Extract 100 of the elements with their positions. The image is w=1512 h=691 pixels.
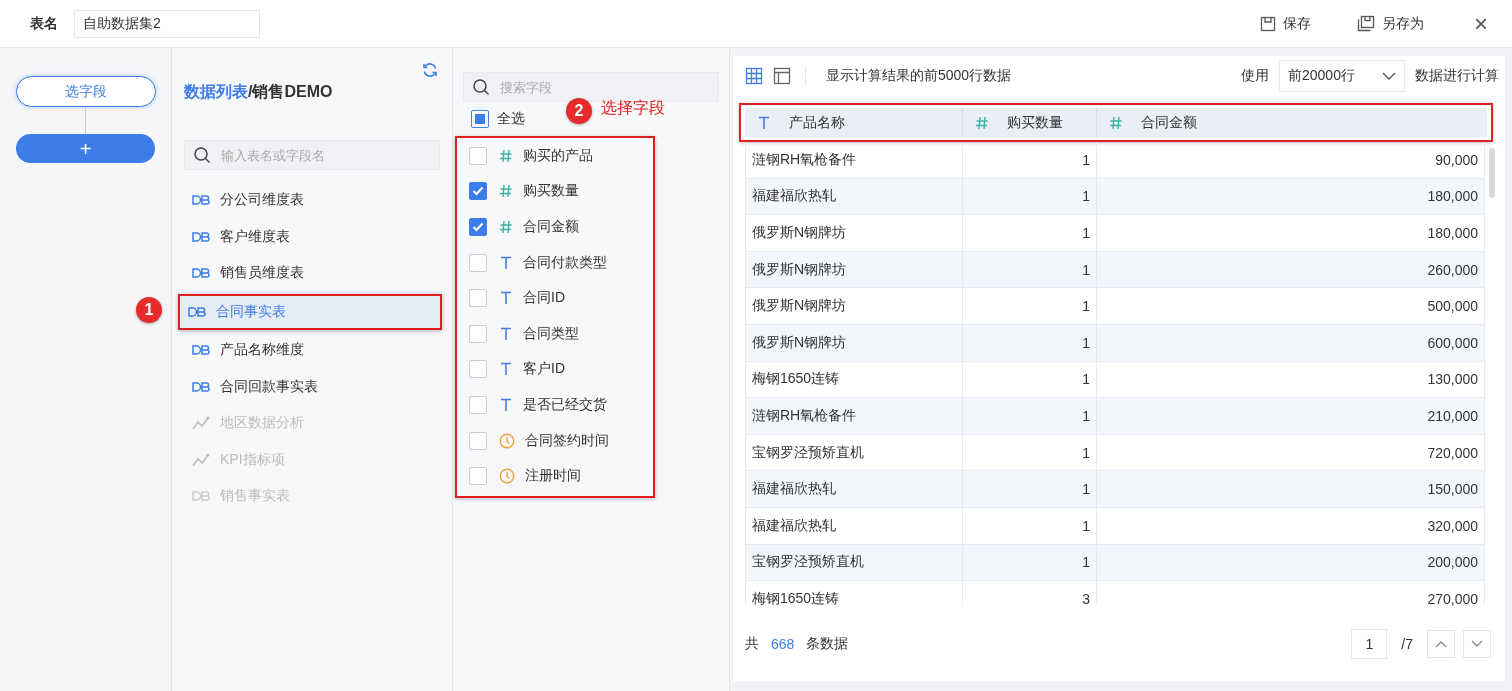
checkbox[interactable] xyxy=(469,395,487,414)
preview-info: 显示计算结果的前5000行数据 xyxy=(826,67,1012,85)
checkbox[interactable] xyxy=(469,467,487,486)
checkbox[interactable] xyxy=(469,431,487,450)
checkbox[interactable] xyxy=(469,182,487,201)
total-prefix: 共 xyxy=(745,634,759,653)
layout-view-icon[interactable] xyxy=(773,67,791,85)
checkbox[interactable] xyxy=(469,360,487,379)
database-icon xyxy=(188,306,206,317)
table-cell: 1 xyxy=(963,434,1097,471)
table-list-item[interactable]: 合同事实表 xyxy=(180,295,440,328)
database-icon xyxy=(192,345,210,356)
table-cell: 1 xyxy=(963,288,1097,324)
field-label: 购买数量 xyxy=(523,182,579,201)
select-all-checkbox[interactable] xyxy=(471,110,489,128)
table-cell: 210,000 xyxy=(1097,398,1485,434)
database-icon xyxy=(192,491,210,502)
checkbox[interactable] xyxy=(469,253,487,272)
field-label: 购买的产品 xyxy=(523,146,593,165)
table-cell: 1 xyxy=(963,398,1097,434)
hash-icon xyxy=(975,115,989,130)
close-button[interactable]: × xyxy=(1470,11,1492,36)
table-list-item[interactable]: 合同回款事实表 xyxy=(184,368,440,405)
page-field[interactable]: 1 xyxy=(1351,628,1388,659)
table-cell: 涟钢RH氧枪备件 xyxy=(745,398,963,434)
text-type-icon xyxy=(499,362,513,377)
step-button[interactable]: 选字段 xyxy=(15,76,156,107)
table-cell: 福建福欣热轧 xyxy=(745,471,963,507)
search-icon xyxy=(472,78,490,96)
breadcrumb-link[interactable]: 数据列表 xyxy=(184,83,248,100)
table-cell: 500,000 xyxy=(1097,288,1485,324)
total-suffix: 条数据 xyxy=(806,634,849,653)
table-cell: 3 xyxy=(963,581,1097,606)
field-label: 合同签约时间 xyxy=(525,431,609,450)
table-cell: 180,000 xyxy=(1097,178,1485,215)
chevron-down-icon xyxy=(1471,639,1483,648)
table-cell: 俄罗斯N钢牌坊 xyxy=(745,215,963,251)
database-icon xyxy=(192,381,210,392)
table-cell: 130,000 xyxy=(1097,361,1485,398)
add-step-button[interactable]: + xyxy=(16,134,155,163)
table-cell: 1 xyxy=(963,251,1097,288)
table-cell: 宝钢罗泾预矫直机 xyxy=(745,544,963,581)
table-name-field[interactable]: 自助数据集2 xyxy=(74,9,260,38)
table-list-item[interactable]: 分公司维度表 xyxy=(184,182,440,219)
field-label: 合同金额 xyxy=(523,218,579,236)
database-icon xyxy=(192,195,210,206)
table-cell: 320,000 xyxy=(1097,507,1485,544)
table-cell: 1 xyxy=(963,142,1097,178)
select-all-label: 全选 xyxy=(497,110,525,128)
table-cell: 俄罗斯N钢牌坊 xyxy=(745,288,963,324)
hash-icon xyxy=(499,148,513,163)
column-header[interactable]: 购买数量 xyxy=(963,108,1097,137)
table-list-item[interactable]: 产品名称维度 xyxy=(184,331,440,369)
text-type-icon xyxy=(499,291,513,306)
table-cell: 福建福欣热轧 xyxy=(745,178,963,215)
database-icon xyxy=(192,231,210,242)
refresh-icon[interactable] xyxy=(422,62,438,78)
table-list-item[interactable]: 销售员维度表 xyxy=(184,255,440,292)
table-cell: 1 xyxy=(963,361,1097,398)
database-icon xyxy=(192,268,210,279)
hash-icon xyxy=(499,220,513,234)
column-header[interactable]: 合同金额 xyxy=(1097,108,1487,137)
column-header[interactable]: 产品名称 xyxy=(745,108,963,137)
calc-label: 数据进行计算 xyxy=(1415,67,1499,85)
checkbox[interactable] xyxy=(469,324,487,343)
save-as-button[interactable]: 另存为 xyxy=(1357,14,1424,33)
row-limit-dropdown[interactable]: 前20000行 xyxy=(1279,60,1405,92)
table-cell: 600,000 xyxy=(1097,324,1485,361)
checkbox[interactable] xyxy=(469,289,487,308)
table-list-item[interactable]: 客户维度表 xyxy=(184,218,440,256)
grid-view-icon[interactable] xyxy=(745,67,763,85)
page-count: /7 xyxy=(1401,635,1413,652)
checkbox[interactable] xyxy=(469,218,487,236)
table-search-field[interactable]: 输入表名或字段名 xyxy=(184,140,440,170)
next-page-button[interactable] xyxy=(1463,629,1491,658)
checkbox[interactable] xyxy=(469,146,487,165)
save-as-icon xyxy=(1357,15,1375,32)
text-type-icon xyxy=(757,115,771,130)
field-label: 客户ID xyxy=(523,360,565,379)
scrollbar[interactable] xyxy=(1489,148,1495,198)
field-label: 注册时间 xyxy=(525,467,581,486)
table-cell: 200,000 xyxy=(1097,544,1485,581)
table-cell: 1 xyxy=(963,178,1097,215)
prev-page-button[interactable] xyxy=(1427,629,1455,658)
text-type-icon xyxy=(499,326,513,341)
chevron-up-icon xyxy=(1435,639,1447,648)
breadcrumb-current: /销售DEMO xyxy=(248,83,333,100)
table-cell: 270,000 xyxy=(1097,581,1485,606)
table-cell: 720,000 xyxy=(1097,434,1485,471)
clock-icon xyxy=(499,468,515,485)
line-chart-icon xyxy=(192,416,210,431)
save-icon xyxy=(1260,15,1276,32)
field-label: 合同付款类型 xyxy=(523,253,607,272)
table-cell: 涟钢RH氧枪备件 xyxy=(745,142,963,178)
table-cell: 宝钢罗泾预矫直机 xyxy=(745,434,963,471)
table-cell: 1 xyxy=(963,471,1097,507)
save-button[interactable]: 保存 xyxy=(1260,14,1311,33)
line-chart-icon xyxy=(192,452,210,467)
table-cell: 150,000 xyxy=(1097,471,1485,507)
table-cell: 梅钢1650连铸 xyxy=(745,581,963,606)
